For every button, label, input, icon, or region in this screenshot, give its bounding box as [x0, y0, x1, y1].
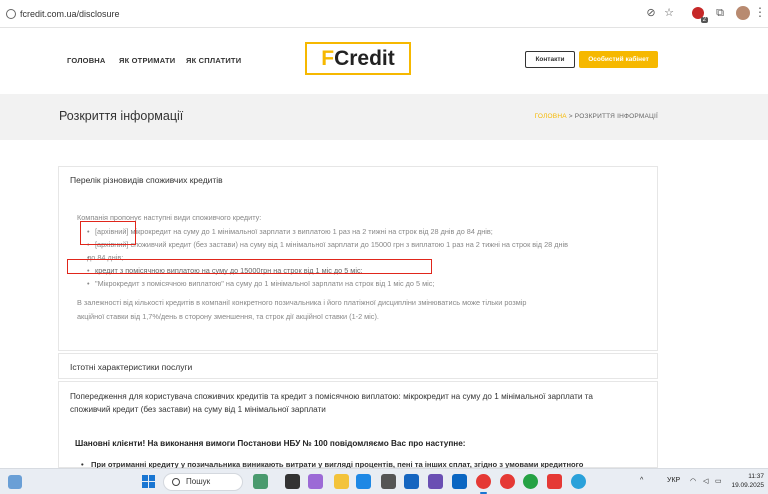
whatsapp-icon[interactable] — [523, 474, 538, 489]
bookmark-star-icon[interactable]: ☆ — [662, 6, 676, 20]
taskbar-app-icon[interactable] — [253, 474, 268, 489]
extension-badge-count: 2 — [700, 17, 708, 23]
battery-icon[interactable]: ▭ — [715, 477, 722, 485]
telegram-icon[interactable] — [571, 474, 586, 489]
store-icon[interactable] — [381, 474, 396, 489]
task-view-icon[interactable] — [285, 474, 300, 489]
dropbox-icon[interactable] — [452, 474, 467, 489]
rate-note-line: акційної ставки від 1,7%/день в сторону … — [77, 312, 379, 321]
credit-types-title[interactable]: Перелік різновидів споживчих кредитів — [70, 175, 223, 185]
wifi-icon[interactable]: ◠ — [690, 477, 696, 485]
list-item: "Мікрокредит з помісячною виплатою" на с… — [87, 277, 647, 290]
logo-text: Credit — [334, 47, 395, 70]
features-card: Істотні характеристики послуги — [58, 353, 658, 379]
chrome-profile-icon[interactable] — [500, 474, 515, 489]
features-title[interactable]: Істотні характеристики послуги — [70, 362, 192, 372]
site-header: ГОЛОВНА ЯК ОТРИМАТИ ЯК СПЛАТИТИ FCredit … — [0, 28, 768, 94]
warning-text-line: споживчий кредит (без застави) на суму в… — [70, 405, 326, 414]
list-item: [архівний] мікрокредит на суму до 1 міні… — [87, 225, 647, 238]
opera-icon[interactable] — [547, 474, 562, 489]
clock-date: 19.09.2025 — [731, 482, 764, 489]
browser-menu-icon[interactable]: ⋮ — [754, 5, 766, 19]
rate-note: В залежності від кількості кредитів в ко… — [77, 296, 637, 324]
contacts-button[interactable]: Контакти — [525, 51, 575, 68]
page-title: Розкриття інформації — [59, 109, 184, 123]
clock[interactable]: 11:37 19.09.2025 — [728, 472, 764, 490]
page-title-band: Розкриття інформації ГОЛОВНА > РОЗКРИТТЯ… — [0, 94, 768, 140]
breadcrumb-home[interactable]: ГОЛОВНА — [535, 113, 567, 120]
rate-note-line: В залежності від кількості кредитів в ко… — [77, 298, 527, 307]
taskbar-search[interactable]: Пошук — [163, 473, 243, 491]
extension-icon[interactable]: 2 — [692, 7, 708, 23]
warning-text-line: Попередження для користувача споживчих к… — [70, 392, 593, 401]
copilot-icon[interactable] — [308, 474, 323, 489]
weather-icon[interactable] — [8, 475, 22, 489]
windows-start-icon[interactable] — [142, 475, 155, 488]
highlight-box-archived — [80, 221, 136, 245]
url-text[interactable]: fcredit.com.ua/disclosure — [20, 5, 120, 23]
search-icon — [172, 478, 180, 486]
nav-how-to-pay[interactable]: ЯК СПЛАТИТИ — [186, 56, 241, 65]
volume-icon[interactable]: ◁ — [703, 477, 708, 485]
logo-accent: F — [321, 47, 335, 70]
breadcrumb: ГОЛОВНА > РОЗКРИТТЯ ІНФОРМАЦІЇ — [535, 113, 658, 120]
highlight-box-monthly-credit — [67, 259, 432, 274]
nav-home[interactable]: ГОЛОВНА — [67, 56, 106, 65]
list-item: [архівний] споживчий кредит (без застави… — [87, 238, 647, 251]
eye-off-icon[interactable]: ⊘ — [644, 6, 658, 20]
personal-cabinet-button[interactable]: Особистий кабінет — [579, 51, 658, 68]
fcredit-logo[interactable]: FCredit — [305, 42, 411, 75]
credit-types-list: [архівний] мікрокредит на суму до 1 міні… — [87, 225, 647, 290]
breadcrumb-separator: > — [568, 113, 573, 120]
language-indicator[interactable]: УКР — [667, 477, 680, 484]
extensions-puzzle-icon[interactable]: ⧉ — [713, 6, 727, 20]
warning-text: Попередження для користувача споживчих к… — [70, 390, 652, 416]
breadcrumb-current: РОЗКРИТТЯ ІНФОРМАЦІЇ — [574, 113, 658, 120]
taskbar-search-label: Пошук — [186, 477, 211, 486]
app-l-icon[interactable] — [404, 474, 419, 489]
warning-card: Попередження для користувача споживчих к… — [58, 381, 658, 469]
site-info-icon[interactable] — [6, 9, 16, 19]
windows-taskbar: Пошук ^ УКР ◠ ◁ ▭ 11:37 19.09.2025 — [0, 468, 768, 494]
nav-how-to-get[interactable]: ЯК ОТРИМАТИ — [119, 56, 175, 65]
profile-avatar[interactable] — [736, 6, 750, 20]
edge-icon[interactable] — [356, 474, 371, 489]
teams-icon[interactable] — [428, 474, 443, 489]
browser-address-bar: fcredit.com.ua/disclosure ⊘ ☆ 2 ⧉ ⋮ — [0, 0, 768, 28]
tray-chevron-icon[interactable]: ^ — [640, 477, 643, 484]
chrome-icon[interactable] — [476, 474, 491, 489]
file-explorer-icon[interactable] — [334, 474, 349, 489]
notice-title: Шановні клієнти! На виконання вимоги Пос… — [75, 439, 466, 448]
clock-time: 11:37 — [748, 473, 764, 480]
